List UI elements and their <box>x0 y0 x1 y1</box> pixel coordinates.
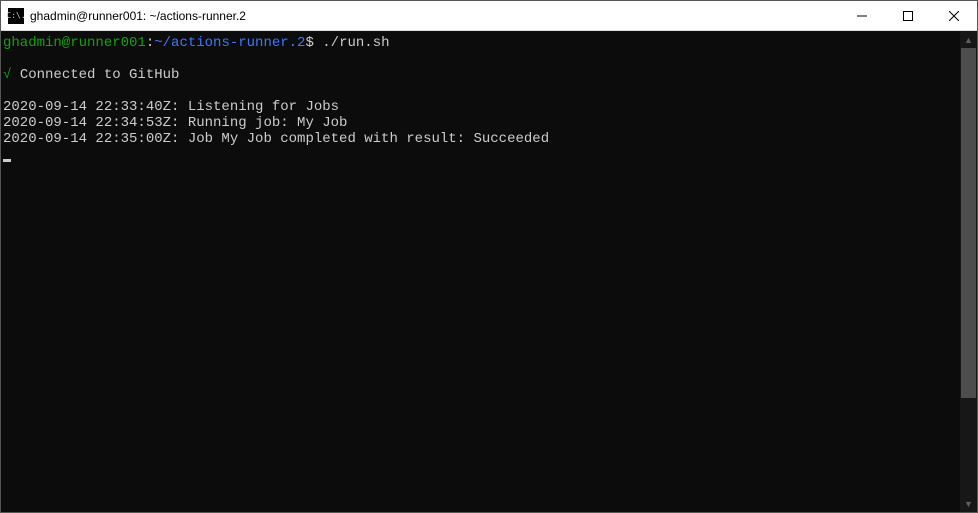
close-button[interactable] <box>931 1 977 30</box>
terminal-content[interactable]: ghadmin@runner001:~/actions-runner.2$ ./… <box>1 31 960 512</box>
minimize-button[interactable] <box>839 1 885 30</box>
status-text: Connected to GitHub <box>20 67 180 83</box>
log-line: 2020-09-14 22:35:00Z: Job My Job complet… <box>3 131 549 147</box>
status-check-icon: √ <box>3 67 11 83</box>
minimize-icon <box>857 11 867 21</box>
maximize-button[interactable] <box>885 1 931 30</box>
prompt-path: ~/actions-runner.2 <box>154 35 305 51</box>
terminal-app-icon-glyph: C:\. <box>6 12 25 20</box>
terminal-cursor <box>3 159 11 162</box>
prompt-user-host: ghadmin@runner001 <box>3 35 146 51</box>
window-controls <box>839 1 977 30</box>
vertical-scrollbar[interactable]: ▲ ▼ <box>960 31 977 512</box>
log-line: 2020-09-14 22:33:40Z: Listening for Jobs <box>3 99 339 115</box>
log-line: 2020-09-14 22:34:53Z: Running job: My Jo… <box>3 115 347 131</box>
scroll-thumb[interactable] <box>961 48 976 398</box>
scroll-up-arrow-icon[interactable]: ▲ <box>960 31 977 48</box>
terminal-area: ghadmin@runner001:~/actions-runner.2$ ./… <box>1 31 977 512</box>
titlebar[interactable]: C:\. ghadmin@runner001: ~/actions-runner… <box>1 1 977 31</box>
close-icon <box>949 11 959 21</box>
prompt-colon: : <box>146 35 154 51</box>
window-title: ghadmin@runner001: ~/actions-runner.2 <box>30 9 839 23</box>
prompt-dollar: $ <box>305 35 313 51</box>
scroll-down-arrow-icon[interactable]: ▼ <box>960 495 977 512</box>
terminal-window: C:\. ghadmin@runner001: ~/actions-runner… <box>0 0 978 513</box>
command-text: ./run.sh <box>322 35 389 51</box>
terminal-app-icon: C:\. <box>8 8 24 24</box>
maximize-icon <box>903 11 913 21</box>
scroll-track[interactable] <box>960 48 977 495</box>
